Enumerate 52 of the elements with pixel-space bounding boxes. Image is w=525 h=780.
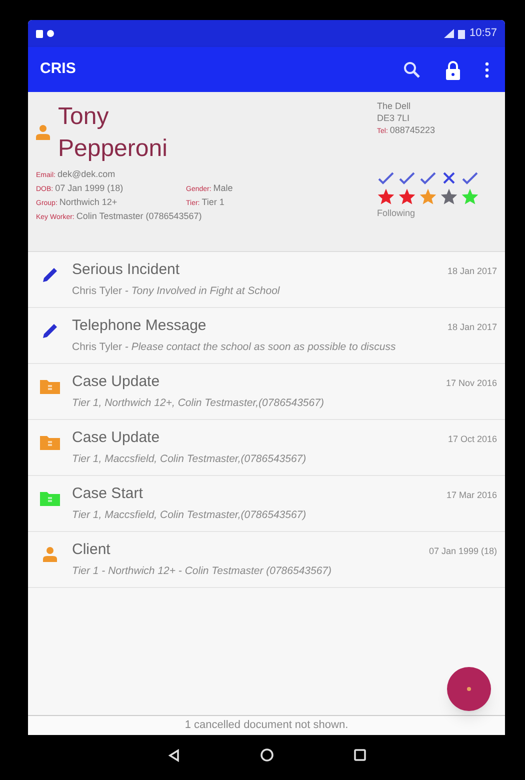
field-value: Northwich 12+ — [59, 197, 118, 207]
document-title: Case Update — [72, 428, 161, 448]
home-icon[interactable] — [260, 748, 274, 762]
document-date: 18 Jan 2017 — [447, 321, 497, 334]
address-line: The Dell — [377, 100, 412, 112]
client-first-name: Tony — [58, 102, 110, 132]
document-summary: Tier 1 - Northwich 12+ - Colin Testmaster (0786543567) — [72, 564, 333, 579]
document-row[interactable]: Client 07 Jan 1999 (18) Tier 1 - Northwich 12+ - Colin Testmaster (0786543567) — [28, 532, 505, 588]
document-summary: Chris Tyler - Please contact the school as soon as possible to discuss — [72, 340, 397, 355]
document-summary: Tier 1, Maccsfield, Colin Testmaster,(0786543567) — [72, 452, 308, 467]
pencil-icon — [41, 266, 59, 284]
add-button[interactable] — [447, 667, 491, 711]
document-summary: Tier 1, Maccsfield, Colin Testmaster,(0786543567) — [72, 508, 308, 523]
client-last-name: Pepperoni — [58, 134, 168, 164]
field-value: Tier 1 — [202, 197, 224, 207]
document-row[interactable]: Case Start 17 Mar 2016 Tier 1, Maccsfield, Colin Testmaster,(0786543567) — [28, 476, 505, 532]
clock: 10:57 — [469, 26, 497, 42]
recents-icon[interactable] — [354, 749, 366, 761]
document-row[interactable]: Serious Incident 18 Jan 2017 Chris Tyler - Tony Involved in Fight at School — [28, 252, 505, 308]
signal-icon — [444, 29, 454, 38]
battery-icon — [458, 28, 466, 38]
document-summary: Tier 1, Northwich 12+, Colin Testmaster,(0786543567) — [72, 396, 325, 411]
field-value: dek@dek.com — [57, 169, 116, 179]
document-title: Case Start — [72, 484, 144, 504]
document-date: 18 Jan 2017 — [447, 265, 497, 278]
document-date: 17 Mar 2016 — [446, 489, 497, 502]
document-summary: Chris Tyler - Tony Involved in Fight at School — [72, 284, 281, 299]
search-icon[interactable] — [403, 60, 421, 78]
document-title: Serious Incident — [72, 260, 181, 280]
more-icon[interactable] — [485, 62, 489, 78]
document-date: 17 Nov 2016 — [446, 377, 497, 390]
app-title: CRIS — [40, 59, 76, 80]
document-row[interactable]: Telephone Message 18 Jan 2017 Chris Tyler - Please contact the school as soon as possible to discuss — [28, 308, 505, 364]
address-line: DE3 7LI — [377, 112, 411, 124]
document-row[interactable]: Case Update 17 Oct 2016 Tier 1, Maccsfield, Colin Testmaster,(0786543567) — [28, 420, 505, 476]
document-title: Case Update — [72, 372, 161, 392]
document-row[interactable]: Case Update 17 Nov 2016 Tier 1, Northwich 12+, Colin Testmaster,(0786543567) — [28, 364, 505, 420]
field-value: Male — [213, 183, 233, 193]
pencil-icon — [41, 322, 59, 340]
field-value: 07 Jan 1999 (18) — [55, 183, 124, 193]
document-date: 17 Oct 2016 — [448, 433, 497, 446]
document-title: Telephone Message — [72, 316, 208, 336]
lock-icon[interactable] — [445, 60, 461, 80]
tel-value: 088745223 — [390, 125, 435, 135]
back-icon[interactable] — [168, 748, 180, 762]
person-icon — [43, 546, 57, 562]
person-icon — [36, 124, 50, 140]
following-label: Following — [377, 207, 416, 220]
field-value: Colin Testmaster (0786543567) — [76, 211, 202, 221]
document-date: 07 Jan 1999 (18) — [428, 545, 497, 558]
document-title: Client — [72, 540, 112, 560]
footer-note: 1 cancelled document not shown. — [184, 718, 348, 734]
